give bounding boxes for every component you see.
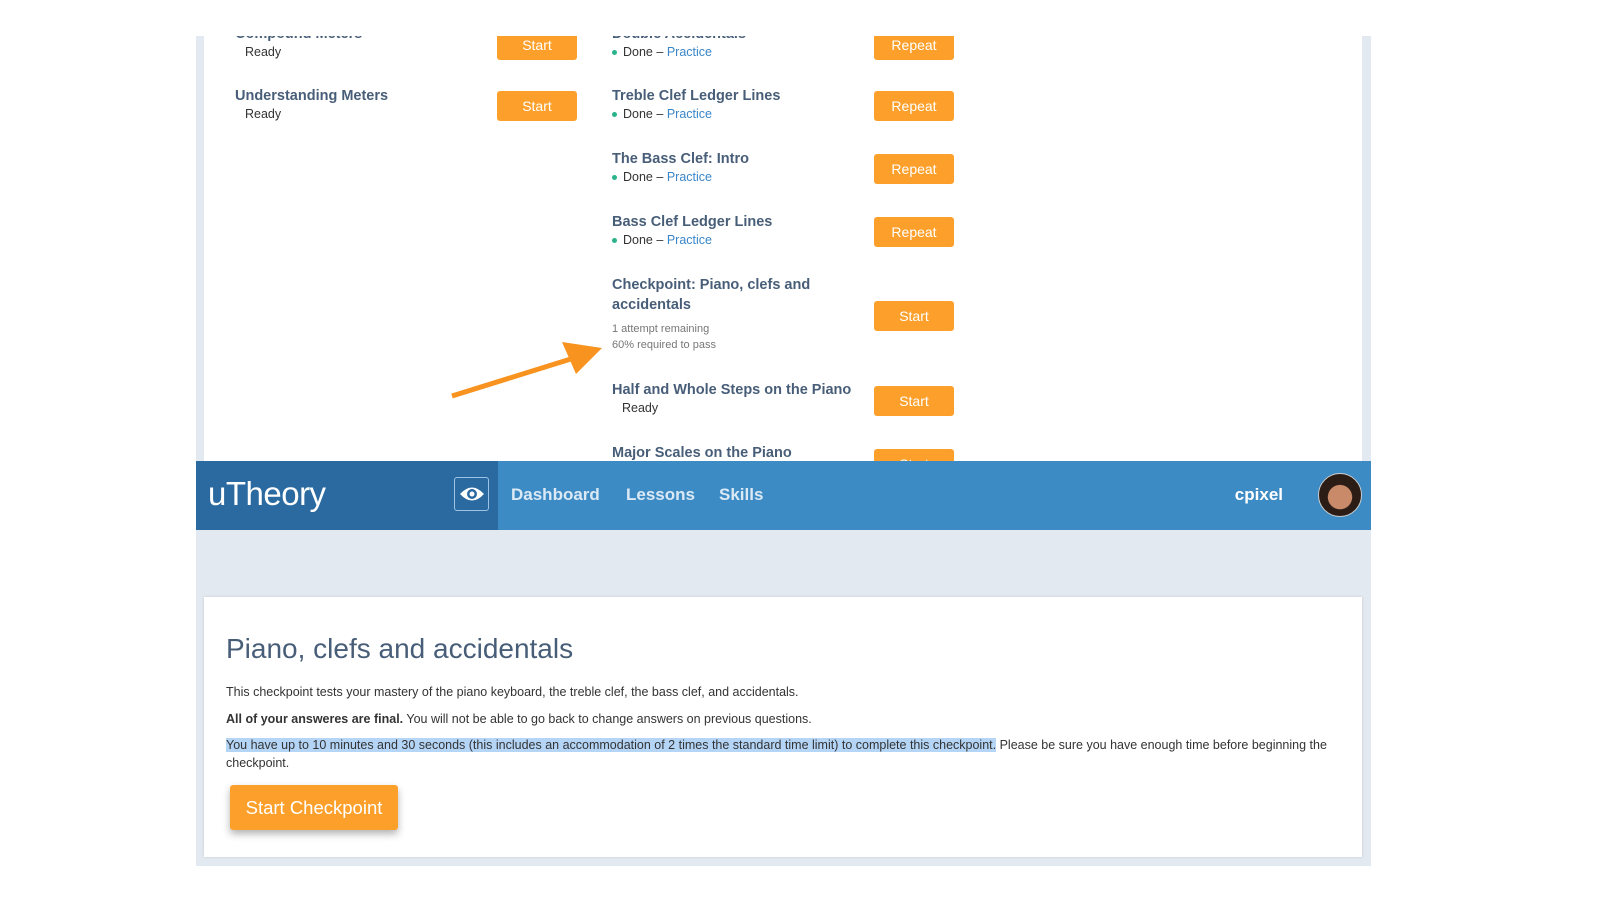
username[interactable]: cpixel (1235, 485, 1283, 505)
lesson-title: Bass Clef Ledger Lines (612, 214, 773, 230)
page-title: Piano, clefs and accidentals (226, 633, 574, 664)
practice-link[interactable]: Practice (667, 233, 712, 247)
done-dot-icon (612, 238, 617, 244)
start-button[interactable]: Start (497, 91, 577, 121)
lesson-title: Major Scales on the Piano (612, 445, 792, 461)
lesson-half-whole-steps: Half and Whole Steps on the Piano Ready (612, 380, 872, 415)
practice-link[interactable]: Practice (667, 45, 712, 59)
lesson-status: Done (623, 233, 653, 247)
eye-icon[interactable] (454, 477, 489, 511)
logo-area: uTheory (196, 461, 498, 530)
selected-text: You have up to 10 minutes and 30 seconds… (226, 738, 997, 752)
repeat-button[interactable]: Repeat (874, 154, 954, 184)
done-dot-icon (612, 175, 617, 181)
annotation-arrow-icon (451, 342, 602, 399)
start-button[interactable]: Start (497, 36, 577, 60)
lesson-status: Ready (245, 107, 282, 121)
practice-link[interactable]: Practice (667, 170, 712, 184)
repeat-button[interactable]: Repeat (874, 36, 954, 60)
lesson-status: Done (623, 45, 653, 59)
lesson-major-scales: Major Scales on the Piano (612, 443, 862, 461)
lesson-list: Compound Meters Ready Start Understandin… (204, 36, 1362, 461)
lesson-checkpoint: Checkpoint: Piano, clefs and accidentals… (612, 275, 832, 353)
lesson-status: Ready (245, 45, 282, 59)
lesson-title: Half and Whole Steps on the Piano (612, 382, 852, 398)
start-button[interactable]: Start (874, 386, 954, 416)
lesson-bass-clef-ledger-lines: Bass Clef Ledger Lines Done – Practice (612, 212, 862, 247)
checkpoint-card: Piano, clefs and accidentals This checkp… (204, 597, 1362, 857)
attempts-remaining: 1 attempt remaining (612, 323, 710, 335)
lesson-status: Done (623, 107, 653, 121)
lesson-compound-meters: Compound Meters Ready (235, 36, 485, 59)
time-limit-notice: You have up to 10 minutes and 30 seconds… (226, 738, 1327, 770)
checkpoint-intro: This checkpoint tests your mastery of th… (226, 685, 799, 699)
done-dot-icon (612, 50, 617, 56)
lesson-double-accidentals: Double Accidentals Done – Practice (612, 36, 862, 59)
nav-lessons[interactable]: Lessons (626, 485, 695, 505)
lesson-title: Compound Meters (235, 36, 485, 44)
nav-skills[interactable]: Skills (719, 485, 763, 505)
lesson-treble-clef-ledger-lines: Treble Clef Ledger Lines Done – Practice (612, 86, 862, 121)
final-answers-notice: All of your answeres are final. You will… (226, 712, 812, 726)
lesson-title: Checkpoint: Piano, clefs and accidentals (612, 277, 811, 313)
nav-dashboard[interactable]: Dashboard (511, 485, 600, 505)
top-navbar: uTheory Dashboard Lessons Skills cpixel (196, 461, 1371, 530)
logo[interactable]: uTheory (208, 475, 326, 513)
start-button[interactable]: Start (874, 449, 954, 461)
avatar[interactable] (1318, 473, 1362, 517)
pass-requirement: 60% required to pass (612, 339, 716, 351)
lesson-status: Ready (622, 401, 659, 415)
lesson-title: Double Accidentals (612, 36, 862, 44)
lesson-title: The Bass Clef: Intro (612, 151, 749, 167)
start-checkpoint-button[interactable]: Start Checkpoint (230, 785, 398, 830)
lesson-title: Treble Clef Ledger Lines (612, 88, 781, 104)
lesson-understanding-meters: Understanding Meters Ready (235, 86, 485, 121)
start-button[interactable]: Start (874, 301, 954, 331)
repeat-button[interactable]: Repeat (874, 217, 954, 247)
lesson-title: Understanding Meters (235, 88, 389, 104)
repeat-button[interactable]: Repeat (874, 91, 954, 121)
lesson-bass-clef-intro: The Bass Clef: Intro Done – Practice (612, 149, 862, 184)
practice-link[interactable]: Practice (667, 107, 712, 121)
done-dot-icon (612, 112, 617, 118)
lesson-status: Done (623, 170, 653, 184)
